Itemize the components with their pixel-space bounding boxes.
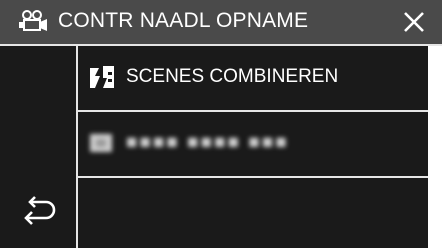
blurred-item-icon [90, 134, 112, 152]
menu-item-label: ■■■■ ■■■■ ■■■ [126, 132, 289, 153]
video-camera-icon [19, 10, 47, 31]
menu-header: CONTR NAADL OPNAME [0, 0, 442, 46]
sidebar [0, 46, 76, 248]
page-title: CONTR NAADL OPNAME [58, 9, 309, 32]
close-button[interactable] [400, 8, 428, 36]
scrollbar[interactable] [428, 46, 442, 248]
back-button[interactable] [20, 196, 58, 226]
camera-menu-screen: CONTR NAADL OPNAME SCENES COMBINEREN ■■■… [0, 0, 442, 248]
menu-item-blurred[interactable]: ■■■■ ■■■■ ■■■ [78, 112, 430, 178]
menu-item-label: SCENES COMBINEREN [126, 66, 339, 87]
combine-scenes-icon [90, 66, 114, 88]
menu-item-combine-scenes[interactable]: SCENES COMBINEREN [78, 46, 430, 112]
menu-list: SCENES COMBINEREN ■■■■ ■■■■ ■■■ [76, 46, 430, 248]
